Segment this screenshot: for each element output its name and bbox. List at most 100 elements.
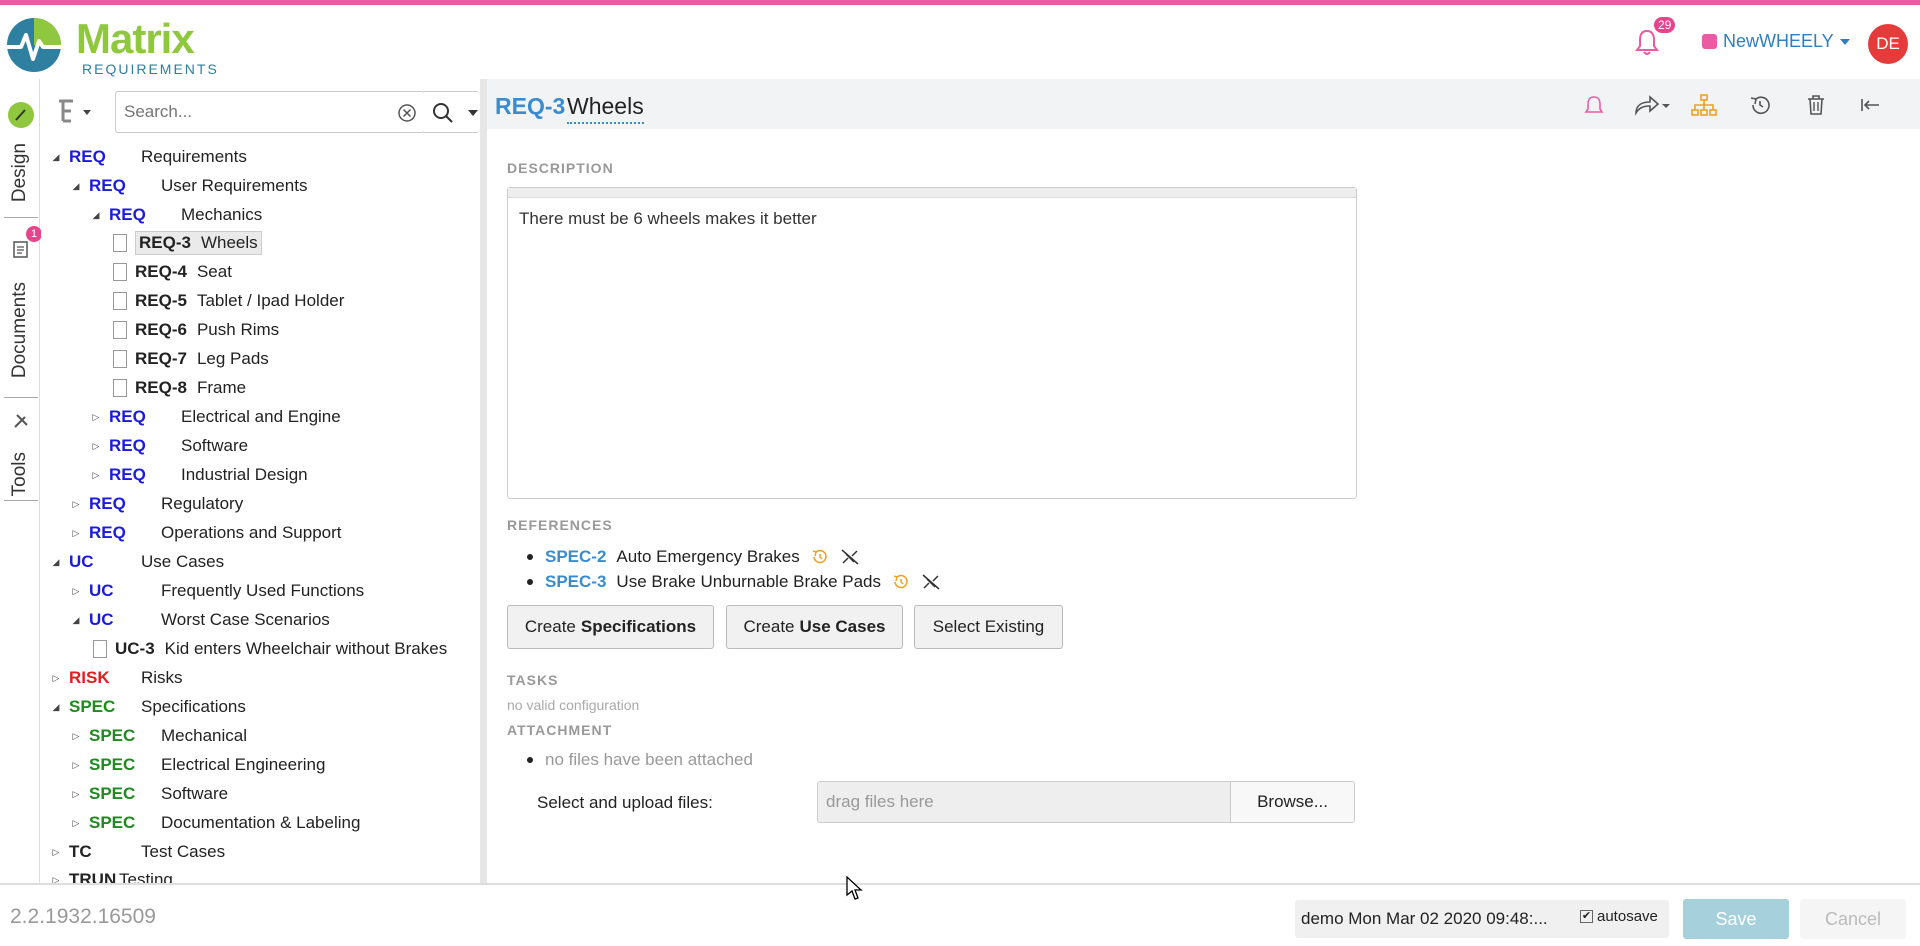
folder-label: Testing — [119, 870, 173, 883]
tab-tools[interactable]: Tools — [2, 439, 38, 509]
collapsed-triangle-icon[interactable]: ▷ — [49, 671, 63, 685]
tab-design[interactable]: Design — [2, 135, 38, 211]
project-selector[interactable]: NewWHEELY — [1702, 31, 1850, 52]
documents-badge: 1 — [26, 226, 42, 242]
collapsed-triangle-icon[interactable]: ▷ — [69, 729, 83, 743]
collapsed-triangle-icon[interactable]: ▷ — [69, 758, 83, 772]
watch-bell-icon[interactable] — [1581, 93, 1607, 117]
tree-folder[interactable]: ◢ REQ User Requirements — [69, 173, 308, 199]
tree-folder[interactable]: ▷ REQ Electrical and Engine — [89, 404, 341, 430]
tree-folder[interactable]: ▷ REQ Industrial Design — [89, 462, 308, 488]
expanded-triangle-icon[interactable]: ◢ — [69, 179, 83, 193]
tree-folder[interactable]: ▷ REQ Software — [89, 433, 249, 459]
autosave-checkbox[interactable]: ✔ — [1580, 910, 1593, 923]
collapsed-triangle-icon[interactable]: ▷ — [69, 584, 83, 598]
expanded-triangle-icon[interactable]: ◢ — [89, 208, 103, 222]
file-dropzone[interactable]: drag files here — [817, 781, 1231, 823]
tree-folder[interactable]: ◢ REQ Mechanics — [89, 202, 263, 228]
chevron-down-icon[interactable] — [468, 110, 478, 116]
tree-folder[interactable]: ▷ REQ Regulatory — [69, 491, 244, 517]
app-logo[interactable]: Matrix REQUIREMENTS — [4, 15, 224, 77]
folder-label: Regulatory — [161, 494, 244, 513]
item-id: REQ-8 — [135, 378, 187, 397]
tree-folder[interactable]: ▷ SPEC Electrical Engineering — [69, 752, 326, 778]
hierarchy-icon[interactable] — [1691, 93, 1717, 117]
panel-splitter[interactable] — [480, 79, 487, 883]
app-header: Matrix REQUIREMENTS 29 NewWHEELY DE — [0, 5, 1920, 79]
history-icon[interactable] — [891, 573, 911, 591]
tree-folder[interactable]: ▷ UC Frequently Used Functions — [69, 578, 365, 604]
tree-item[interactable]: REQ-4 Seat — [113, 259, 232, 285]
expanded-triangle-icon[interactable]: ◢ — [49, 150, 63, 164]
folder-category: REQ — [109, 407, 146, 426]
tree-item[interactable]: UC-3 Kid enters Wheelchair without Brakes — [93, 636, 447, 662]
collapsed-triangle-icon[interactable]: ▷ — [49, 873, 63, 884]
folder-label: Mechanical — [161, 726, 247, 745]
unlink-icon[interactable] — [921, 573, 941, 591]
user-avatar[interactable]: DE — [1868, 24, 1908, 64]
search-input[interactable] — [116, 92, 386, 132]
tree-panel: ◢ REQ Requirements ◢ REQ User Requirements ◢… — [41, 79, 478, 883]
history-icon[interactable] — [810, 548, 830, 566]
save-button[interactable]: Save — [1683, 899, 1789, 939]
create-specifications-button[interactable]: Create Specifications — [507, 605, 714, 649]
browse-button[interactable]: Browse... — [1230, 781, 1355, 823]
tab-documents[interactable]: Documents — [2, 271, 38, 389]
collapsed-triangle-icon[interactable]: ▷ — [49, 845, 63, 859]
create-use-cases-button[interactable]: Create Use Cases — [726, 605, 903, 649]
tree-folder[interactable]: ▷ SPEC Documentation & Labeling — [69, 810, 361, 836]
expanded-triangle-icon[interactable]: ◢ — [49, 555, 63, 569]
folder-category: REQ — [109, 465, 146, 484]
tree-view-options-icon[interactable] — [55, 97, 103, 127]
document-icon — [93, 640, 107, 658]
reference-id-link[interactable]: SPEC-2 — [545, 547, 606, 567]
item-title[interactable]: Wheels — [567, 93, 644, 124]
editor-toolbar — [508, 188, 1356, 198]
clear-search-icon[interactable] — [396, 102, 418, 124]
tab-design-label: Design — [9, 143, 30, 203]
unlink-icon[interactable] — [840, 548, 860, 566]
tree-folder[interactable]: ▷ REQ Operations and Support — [69, 520, 342, 546]
search-button[interactable] — [424, 91, 478, 133]
tree-folder[interactable]: ◢ UC Worst Case Scenarios — [69, 607, 330, 633]
description-editor[interactable]: There must be 6 wheels makes it better — [507, 187, 1357, 499]
tree-folder[interactable]: ▷ SPEC Mechanical — [69, 723, 247, 749]
collapsed-triangle-icon[interactable]: ▷ — [89, 410, 103, 424]
tree-item[interactable]: REQ-5 Tablet / Ipad Holder — [113, 288, 344, 314]
tree-folder[interactable]: ◢ UC Use Cases — [49, 549, 225, 575]
documents-icon[interactable] — [13, 241, 29, 259]
tree-folder[interactable]: ◢ REQ Requirements — [49, 144, 247, 170]
reference-id-link[interactable]: SPEC-3 — [545, 572, 606, 592]
tree-folder[interactable]: ▷ SPEC Software — [69, 781, 229, 807]
logo-subtitle: REQUIREMENTS — [82, 61, 219, 77]
collapsed-triangle-icon[interactable]: ▷ — [69, 526, 83, 540]
expanded-triangle-icon[interactable]: ◢ — [49, 700, 63, 714]
tree-folder[interactable]: ▷ RISK Risks — [49, 665, 183, 691]
cancel-button[interactable]: Cancel — [1800, 899, 1906, 939]
autosave-toggle[interactable]: ✔ autosave — [1580, 908, 1658, 925]
collapsed-triangle-icon[interactable]: ▷ — [89, 468, 103, 482]
tools-icon[interactable] — [12, 412, 30, 430]
design-brush-icon[interactable] — [7, 101, 35, 129]
tree-item[interactable]: REQ-8 Frame — [113, 375, 246, 401]
history-icon[interactable] — [1747, 93, 1773, 117]
description-text[interactable]: There must be 6 wheels makes it better — [508, 198, 1356, 240]
tree-folder[interactable]: ◢ SPEC Specifications — [49, 694, 246, 720]
folder-category: TC — [69, 842, 92, 861]
collapsed-triangle-icon[interactable]: ▷ — [69, 497, 83, 511]
delete-icon[interactable] — [1803, 93, 1829, 117]
folder-category: SPEC — [89, 755, 136, 774]
collapsed-triangle-icon[interactable]: ▷ — [69, 816, 83, 830]
tree-folder[interactable]: ▷ TC Test Cases — [49, 839, 226, 865]
collapsed-triangle-icon[interactable]: ▷ — [69, 787, 83, 801]
tree-folder[interactable]: ▷ TRUN Testing — [49, 867, 173, 883]
tree-item-selected[interactable]: REQ-3 Wheels — [113, 230, 262, 256]
tree-item[interactable]: REQ-7 Leg Pads — [113, 346, 269, 372]
share-icon[interactable] — [1632, 93, 1672, 117]
select-existing-button[interactable]: Select Existing — [914, 605, 1063, 649]
expanded-triangle-icon[interactable]: ◢ — [69, 613, 83, 627]
tree-item[interactable]: REQ-6 Push Rims — [113, 317, 279, 343]
collapse-panel-icon[interactable] — [1859, 93, 1885, 117]
collapsed-triangle-icon[interactable]: ▷ — [89, 439, 103, 453]
folder-label: Requirements — [141, 147, 247, 166]
